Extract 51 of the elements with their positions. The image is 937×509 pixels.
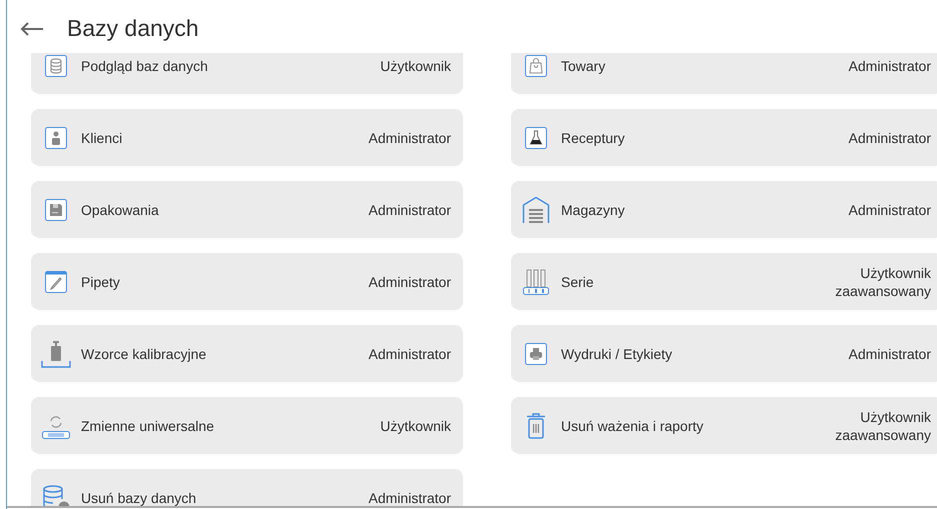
warehouse-icon	[522, 196, 550, 224]
access-level: Administrator	[368, 272, 451, 290]
menu-item[interactable]: Zmienne uniwersalne Użytkownik	[31, 397, 463, 454]
item-label: Usuń bazy danych	[81, 488, 196, 506]
item-label: Opakowania	[81, 200, 159, 218]
printer-icon	[525, 342, 547, 364]
item-label: Serie	[561, 272, 594, 290]
item-label: Wydruki / Etykiety	[561, 344, 672, 362]
weight-icon	[41, 338, 71, 368]
item-label: Wzorce kalibracyjne	[81, 344, 206, 362]
menu-item[interactable]: Podgląd baz danych Użytkownik	[31, 53, 463, 94]
menu-item[interactable]: Wzorce kalibracyjne Administrator	[31, 325, 463, 382]
access-level: Administrator	[368, 344, 451, 362]
access-level: Administrator	[848, 200, 931, 218]
item-label: Receptury	[561, 128, 625, 146]
menu-item[interactable]: Usuń bazy danych Administrator	[31, 469, 463, 506]
back-arrow-icon[interactable]	[20, 22, 44, 36]
access-level: Użytkownik	[380, 416, 451, 434]
database-icon	[45, 54, 67, 76]
menu-item[interactable]: Opakowania Administrator	[31, 181, 463, 238]
item-label: Towary	[561, 56, 606, 74]
menu-item[interactable]: Wydruki / Etykiety Administrator	[511, 325, 937, 382]
access-level: Użytkownik	[380, 56, 451, 74]
access-level: Użytkownik zaawansowany	[834, 264, 931, 300]
trash-icon	[526, 412, 546, 438]
menu-item[interactable]: Serie Użytkownik zaawansowany	[511, 253, 937, 310]
menu-item[interactable]: Pipety Administrator	[31, 253, 463, 310]
menu-item[interactable]: Receptury Administrator	[511, 109, 937, 166]
menu-item[interactable]: Usuń ważenia i raporty Użytkownik zaawansowany	[511, 397, 937, 454]
item-label: Usuń ważenia i raporty	[561, 416, 704, 434]
access-level: Administrator	[848, 128, 931, 146]
menu-item[interactable]: Magazyny Administrator	[511, 181, 937, 238]
menu-item[interactable]: Klienci Administrator	[31, 109, 463, 166]
access-level: Użytkownik zaawansowany	[834, 408, 931, 444]
item-label: Zmienne uniwersalne	[81, 416, 214, 434]
item-label: Magazyny	[561, 200, 625, 218]
page-title: Bazy danych	[67, 15, 199, 42]
access-level: Administrator	[368, 200, 451, 218]
item-label: Klienci	[81, 128, 122, 146]
access-level: Administrator	[848, 344, 931, 362]
menu-item[interactable]: Towary Administrator	[511, 53, 937, 94]
item-label: Podgląd baz danych	[81, 56, 208, 74]
access-level: Administrator	[368, 488, 451, 506]
test-tubes-icon	[522, 268, 550, 296]
access-level: Administrator	[368, 128, 451, 146]
flask-icon	[525, 126, 547, 148]
pipette-icon	[45, 270, 67, 292]
shopping-bag-icon	[525, 54, 547, 76]
access-level: Administrator	[848, 56, 931, 74]
person-icon	[45, 126, 67, 148]
item-label: Pipety	[81, 272, 120, 290]
